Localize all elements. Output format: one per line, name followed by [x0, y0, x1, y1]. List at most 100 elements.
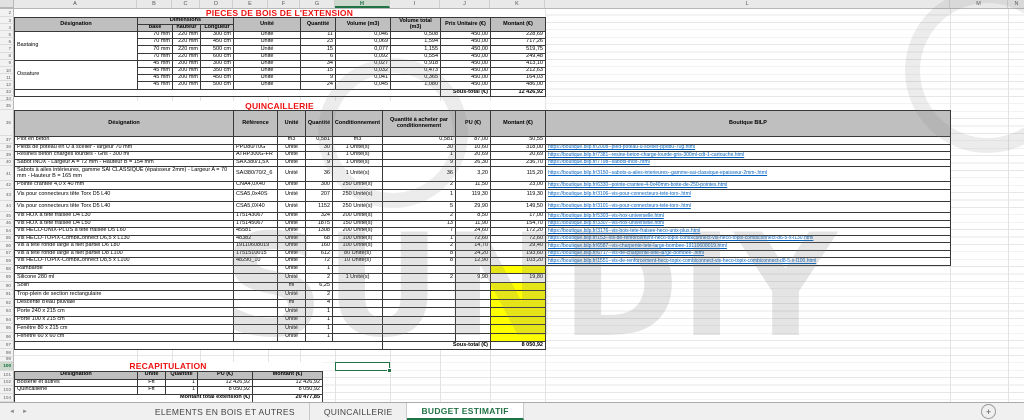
- cell[interactable]: 600 cm: [201, 54, 234, 61]
- quantity[interactable]: 30: [306, 145, 333, 153]
- qty-to-buy[interactable]: [383, 291, 456, 300]
- product-link[interactable]: https://boutique.bilp.fr/3150--sabots-a-…: [546, 167, 951, 182]
- unit-price[interactable]: [456, 325, 491, 334]
- row-header-89[interactable]: 89: [0, 273, 14, 282]
- product-link[interactable]: https://boutique.bilp.fr/3101--vis-pour-…: [546, 202, 951, 214]
- cell[interactable]: 0,473: [391, 68, 441, 75]
- sheet-nav-left-icon[interactable]: ◄: [9, 409, 15, 415]
- amount[interactable]: 17,00: [491, 213, 546, 221]
- cell[interactable]: 413,10: [491, 61, 546, 68]
- reference[interactable]: [234, 334, 278, 343]
- packaging[interactable]: 250 Unité(s): [333, 182, 383, 190]
- designation[interactable]: Porte 240 x 215 cm: [15, 308, 234, 317]
- row-header-44[interactable]: 44: [0, 201, 14, 213]
- packaging[interactable]: 100 Unité(s): [333, 236, 383, 244]
- unit-price[interactable]: [456, 300, 491, 309]
- packaging[interactable]: 200 Unité(s): [333, 228, 383, 236]
- reference[interactable]: CSA5,0x40S: [234, 190, 278, 202]
- qty-to-buy[interactable]: 8: [383, 258, 456, 266]
- cell[interactable]: Unité: [234, 61, 301, 68]
- amount[interactable]: 29,40: [491, 243, 546, 251]
- column-header-E[interactable]: E: [233, 0, 268, 8]
- quantity[interactable]: 36: [306, 167, 333, 182]
- qty-to-buy[interactable]: 2: [383, 274, 456, 283]
- cell[interactable]: 0,077: [336, 46, 391, 53]
- header[interactable]: Quantité: [306, 111, 333, 137]
- column-header-N[interactable]: N: [1008, 0, 1024, 8]
- amount[interactable]: 193,60: [491, 251, 546, 259]
- reference[interactable]: CSA5,0X40: [234, 202, 278, 214]
- unit[interactable]: Unité: [278, 325, 306, 334]
- qty-to-buy[interactable]: [383, 317, 456, 326]
- designation[interactable]: Trop-plein de section rectangulaire: [15, 291, 234, 300]
- cell[interactable]: 0,365: [391, 75, 441, 82]
- cell[interactable]: 1,594: [391, 39, 441, 46]
- unit-price[interactable]: 24,60: [456, 228, 491, 236]
- cell[interactable]: 45 mm: [138, 75, 173, 82]
- reference[interactable]: [234, 137, 278, 145]
- column-header-H[interactable]: H: [335, 0, 390, 8]
- cell[interactable]: 0,092: [336, 54, 391, 61]
- unit-price[interactable]: 26,30: [456, 160, 491, 168]
- qty-to-buy[interactable]: 7: [383, 228, 456, 236]
- selected-cell-outline[interactable]: [335, 362, 390, 372]
- qty-to-buy[interactable]: 1: [383, 236, 456, 244]
- cell[interactable]: Unité: [234, 46, 301, 53]
- row-header-2[interactable]: 2: [0, 8, 14, 17]
- cell[interactable]: 486,00: [491, 82, 546, 89]
- reference[interactable]: PPD80/70G: [234, 145, 278, 153]
- header[interactable]: Quantité à acheter par conditionnement: [383, 111, 456, 137]
- unit[interactable]: Unité: [278, 236, 306, 244]
- row-header-88[interactable]: 88: [0, 265, 14, 274]
- quantity[interactable]: 1: [306, 152, 333, 160]
- qty-to-buy[interactable]: 1: [383, 152, 456, 160]
- cell[interactable]: 24: [301, 82, 336, 89]
- row-header-100[interactable]: 100: [0, 362, 14, 372]
- cell[interactable]: 450,00: [441, 46, 491, 53]
- cell[interactable]: 0,045: [336, 82, 391, 89]
- quantity[interactable]: 1: [306, 334, 333, 343]
- quantity[interactable]: 1: [306, 266, 333, 275]
- reference[interactable]: [234, 317, 278, 326]
- unit-price[interactable]: [456, 291, 491, 300]
- designation[interactable]: Vis HOX à tête fraisée D4 L30: [15, 213, 234, 221]
- cell[interactable]: 0,069: [336, 39, 391, 46]
- row-header-43[interactable]: 43: [0, 189, 14, 201]
- row-header-94[interactable]: 94: [0, 316, 14, 325]
- designation[interactable]: Sabots à ailes intérieures, gamme SAI CL…: [15, 167, 234, 182]
- designation[interactable]: Silicone 280 ml: [15, 274, 234, 283]
- cell[interactable]: 450 cm: [201, 75, 234, 82]
- unit[interactable]: ml: [278, 300, 306, 309]
- unit[interactable]: Unité: [278, 258, 306, 266]
- cell[interactable]: 717,26: [491, 39, 546, 46]
- amount[interactable]: 115,20: [491, 167, 546, 182]
- row-header-46[interactable]: 46: [0, 220, 14, 228]
- row-header-35[interactable]: 35: [0, 101, 14, 110]
- quantity[interactable]: 324: [306, 213, 333, 221]
- cell[interactable]: 220 mm: [173, 54, 201, 61]
- amount[interactable]: 236,70: [491, 160, 546, 168]
- packaging[interactable]: m3: [333, 137, 383, 145]
- unit[interactable]: Unité: [278, 308, 306, 317]
- header-base[interactable]: base: [138, 25, 173, 32]
- designation[interactable]: Vis à tête ronde large à filet partiel D…: [15, 251, 234, 259]
- unit[interactable]: Unité: [278, 266, 306, 275]
- unit-price[interactable]: 29,90: [456, 202, 491, 214]
- column-header-M[interactable]: M: [950, 0, 1008, 8]
- cell[interactable]: 450,00: [441, 39, 491, 46]
- designation[interactable]: Vis pour connecteurs tête Torx D5 L40: [15, 190, 234, 202]
- cell[interactable]: 70 mm: [138, 46, 173, 53]
- row-header-45[interactable]: 45: [0, 212, 14, 220]
- header[interactable]: Montant (€): [253, 372, 323, 380]
- row-header-41[interactable]: 41: [0, 166, 14, 181]
- quantity[interactable]: 1: [306, 325, 333, 334]
- column-header-C[interactable]: C: [172, 0, 200, 8]
- row-header-42[interactable]: 42: [0, 181, 14, 189]
- sheet-tab-elements-en-bois-et-autres[interactable]: ELEMENTS EN BOIS ET AUTRES: [141, 403, 310, 420]
- amount[interactable]: 149,50: [491, 202, 546, 214]
- reference[interactable]: 1751510015: [234, 251, 278, 259]
- row-header-96[interactable]: 96: [0, 333, 14, 342]
- product-link[interactable]: https://boutique.bilp.fr/3176--vis-bois-…: [546, 228, 951, 236]
- packaging[interactable]: [333, 266, 383, 275]
- qty-to-buy[interactable]: 8: [383, 251, 456, 259]
